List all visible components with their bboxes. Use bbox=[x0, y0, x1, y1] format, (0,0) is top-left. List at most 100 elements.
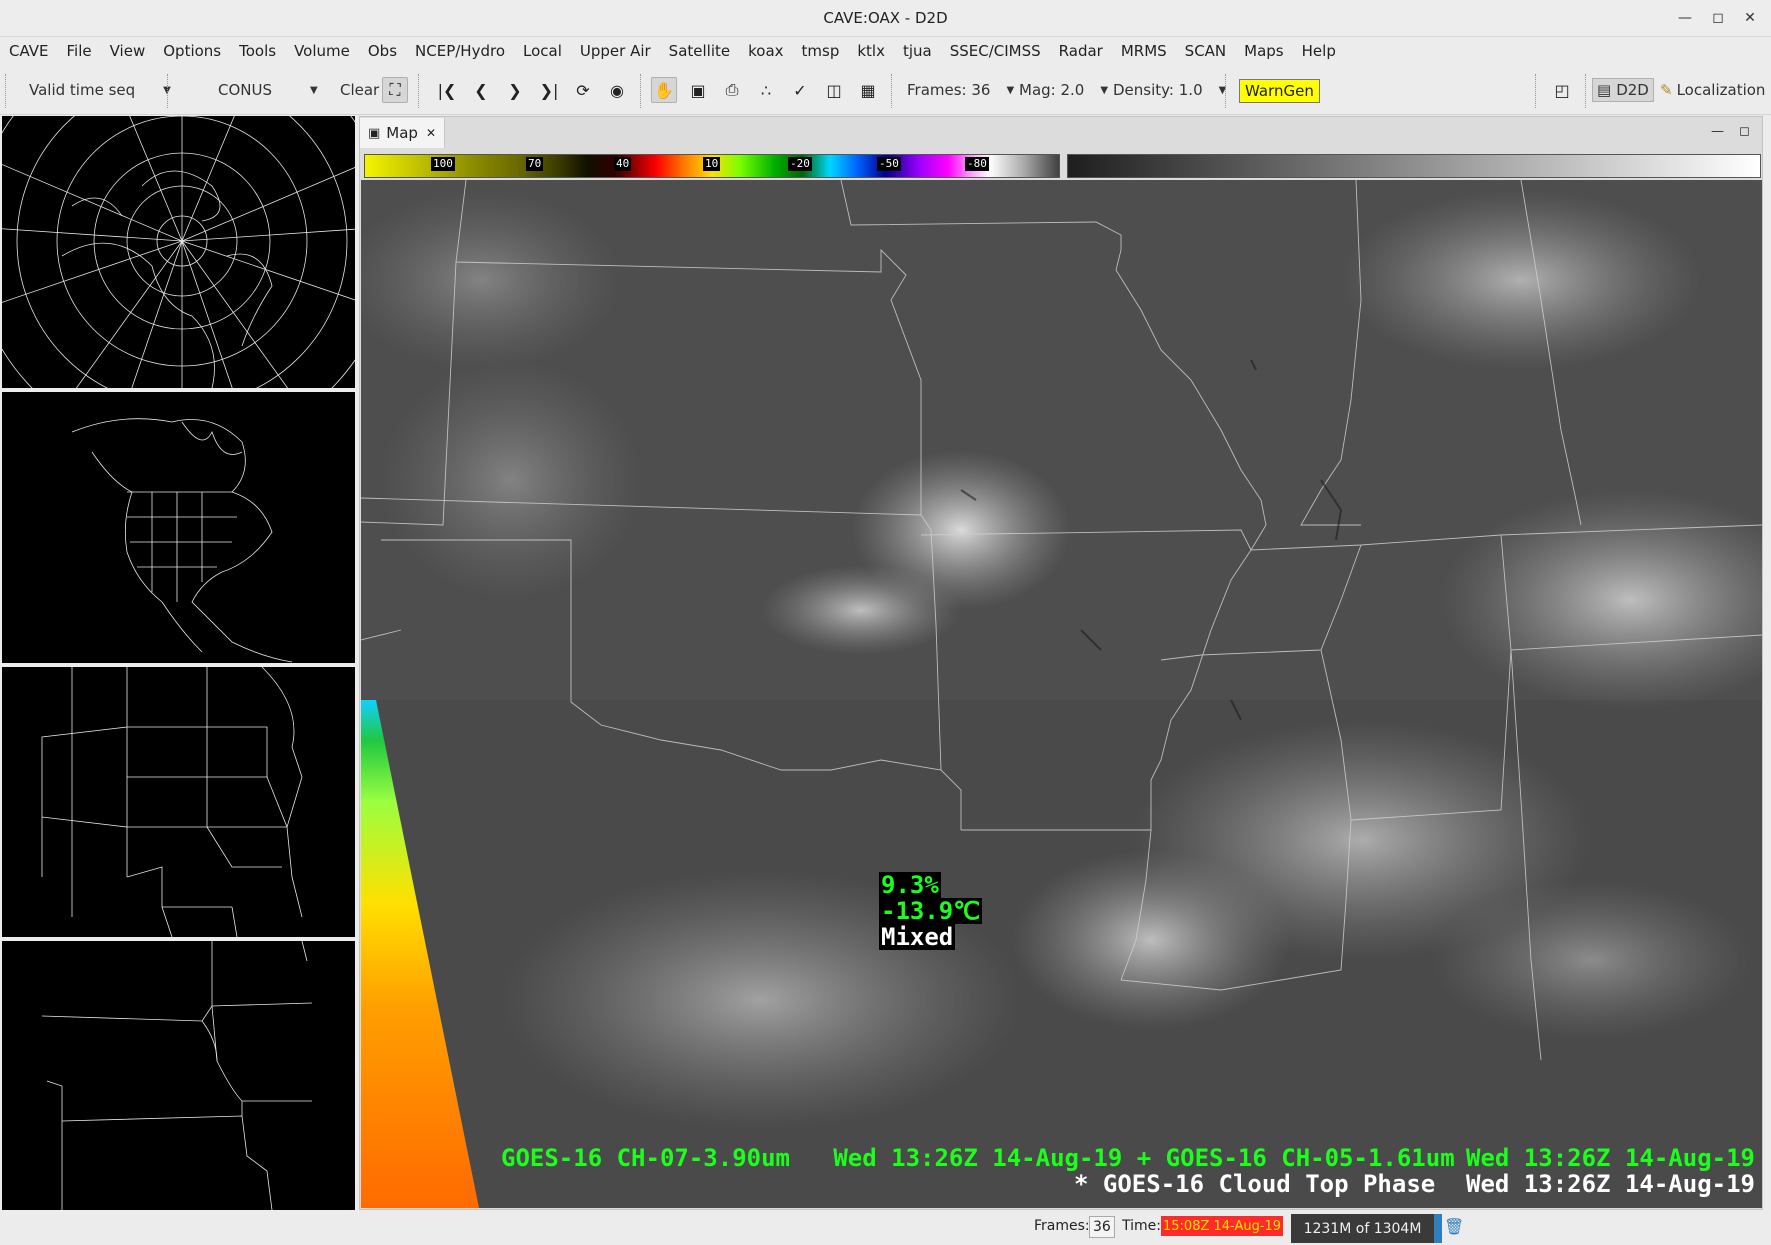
points-icon[interactable]: ∴ bbox=[753, 77, 779, 103]
menu-local[interactable]: Local bbox=[514, 42, 571, 60]
menu-bar: CAVE File View Options Tools Volume Obs … bbox=[0, 37, 1771, 65]
north-america-map-thumbnail bbox=[71, 418, 293, 663]
legend-ir-visible-time: Wed 13:26Z 14-Aug-19 bbox=[1466, 1144, 1755, 1172]
menu-file[interactable]: File bbox=[58, 42, 101, 60]
density-dropdown[interactable]: Density: 1.0 ▼ bbox=[1113, 66, 1226, 114]
toolbar-separator bbox=[1585, 74, 1587, 108]
menu-ssec-cimss[interactable]: SSEC/CIMSS bbox=[941, 42, 1050, 60]
previous-frame-icon[interactable]: ❮ bbox=[468, 77, 494, 103]
colorbar-label: 40 bbox=[614, 157, 632, 171]
heap-memory-fill bbox=[1434, 1214, 1442, 1243]
minimize-icon[interactable]: — bbox=[1672, 6, 1698, 30]
menu-tjua[interactable]: tjua bbox=[894, 42, 941, 60]
localization-icon: ✎ bbox=[1660, 81, 1673, 99]
panel-northern-hemisphere[interactable] bbox=[2, 116, 355, 388]
sample-value-percent: 9.3% bbox=[879, 871, 941, 899]
title-bar: CAVE:OAX - D2D — ◻ ✕ bbox=[0, 0, 1771, 37]
chevron-down-icon: ▼ bbox=[1100, 84, 1109, 96]
four-panel-icon[interactable]: ▦ bbox=[855, 77, 881, 103]
colorbar-label: 100 bbox=[431, 157, 455, 171]
panel-central-us[interactable] bbox=[2, 667, 355, 937]
ir-colorbar: 100 70 40 10 -20 -50 -80 bbox=[364, 154, 1060, 178]
last-frame-icon[interactable]: ❯| bbox=[536, 77, 562, 103]
image-properties-icon[interactable]: ▣ bbox=[685, 77, 711, 103]
menu-cave[interactable]: CAVE bbox=[0, 42, 58, 60]
legend-ir-visible-product[interactable]: GOES-16 CH-07-3.90um Wed 13:26Z 14-Aug-1… bbox=[501, 1145, 1455, 1171]
toolbar-separator bbox=[418, 74, 420, 108]
toolbar: Valid time seq ▼ CONUS ▼ Clear ⛶ |❮ ❮ ❯ … bbox=[0, 66, 1771, 115]
close-icon[interactable]: ✕ bbox=[1737, 6, 1763, 30]
fit-to-screen-icon[interactable]: ⛶ bbox=[382, 77, 408, 103]
menu-tools[interactable]: Tools bbox=[230, 42, 285, 60]
menu-ncep-hydro[interactable]: NCEP/Hydro bbox=[406, 42, 514, 60]
menu-scan[interactable]: SCAN bbox=[1176, 42, 1235, 60]
toolbar-separator bbox=[167, 74, 169, 108]
clear-button[interactable]: Clear bbox=[340, 66, 379, 114]
panel-north-america[interactable] bbox=[2, 392, 355, 663]
visible-colorbar bbox=[1067, 154, 1761, 178]
tab-map[interactable]: ▣ Map ✕ bbox=[360, 118, 446, 148]
menu-satellite[interactable]: Satellite bbox=[660, 42, 739, 60]
warngen-button[interactable]: WarnGen bbox=[1239, 79, 1320, 103]
menu-koax[interactable]: koax bbox=[739, 42, 792, 60]
loop-properties-icon[interactable]: ◉ bbox=[604, 77, 630, 103]
print-icon[interactable]: ⎙ bbox=[719, 77, 745, 103]
frames-dropdown[interactable]: Frames: 36 ▼ bbox=[907, 66, 1014, 114]
polar-map-thumbnail bbox=[2, 116, 355, 388]
maximize-icon[interactable]: ◻ bbox=[1705, 6, 1731, 30]
status-frames-label: Frames: bbox=[1034, 1218, 1090, 1234]
colorbar-label: -80 bbox=[965, 157, 989, 171]
first-frame-icon[interactable]: |❮ bbox=[434, 77, 460, 103]
menu-help[interactable]: Help bbox=[1293, 42, 1345, 60]
minimize-editor-icon[interactable]: — bbox=[1711, 124, 1724, 139]
menu-upper-air[interactable]: Upper Air bbox=[571, 42, 660, 60]
menu-maps[interactable]: Maps bbox=[1235, 42, 1292, 60]
menu-obs[interactable]: Obs bbox=[359, 42, 406, 60]
menu-ktlx[interactable]: ktlx bbox=[848, 42, 894, 60]
scale-dropdown[interactable]: CONUS ▼ bbox=[218, 66, 318, 114]
colorbar-label: -50 bbox=[877, 157, 901, 171]
perspective-localization-button[interactable]: ✎ Localization bbox=[1660, 66, 1765, 114]
toolbar-separator bbox=[640, 74, 642, 108]
legend-cloud-top-phase-product[interactable]: * GOES-16 Cloud Top Phase bbox=[1074, 1171, 1435, 1197]
status-frames-value: 36 bbox=[1089, 1216, 1115, 1238]
d2d-icon: ▤ bbox=[1597, 81, 1612, 99]
menu-tmsp[interactable]: tmsp bbox=[793, 42, 849, 60]
toolbar-separator bbox=[1535, 74, 1537, 108]
window-title: CAVE:OAX - D2D bbox=[823, 9, 948, 27]
garbage-collect-icon[interactable]: 🗑 bbox=[1444, 1212, 1464, 1240]
sample-value-temperature: -13.9℃ bbox=[879, 897, 983, 925]
chevron-down-icon: ▼ bbox=[1006, 84, 1015, 96]
heap-memory-status: 1231M of 1304M bbox=[1291, 1214, 1434, 1243]
magnification-dropdown[interactable]: Mag: 2.0 ▼ bbox=[1019, 66, 1108, 114]
chevron-down-icon: ▼ bbox=[310, 84, 318, 96]
colorbar-label: 10 bbox=[703, 157, 721, 171]
panel-regional[interactable] bbox=[2, 941, 355, 1210]
menu-view[interactable]: View bbox=[101, 42, 155, 60]
loop-icon[interactable]: ⟳ bbox=[570, 77, 596, 103]
map-tab-icon: ▣ bbox=[368, 125, 381, 141]
single-panel-icon[interactable]: ◫ bbox=[821, 77, 847, 103]
satellite-map-display[interactable]: 9.3% -13.9℃ Mixed GOES-16 CH-07-3.90um W… bbox=[361, 180, 1762, 1208]
close-tab-icon[interactable]: ✕ bbox=[426, 126, 436, 140]
maximize-editor-icon[interactable]: ◻ bbox=[1739, 124, 1750, 139]
menu-mrms[interactable]: MRMS bbox=[1112, 42, 1176, 60]
menu-volume[interactable]: Volume bbox=[285, 42, 359, 60]
toolbar-separator bbox=[1225, 74, 1227, 108]
next-frame-icon[interactable]: ❯ bbox=[502, 77, 528, 103]
central-us-map-thumbnail bbox=[41, 667, 303, 937]
open-perspective-icon[interactable]: ◰ bbox=[1549, 77, 1575, 103]
colorbar-label: -20 bbox=[788, 157, 812, 171]
legend-cloud-top-phase-time: Wed 13:26Z 14-Aug-19 bbox=[1466, 1170, 1755, 1198]
time-mode-dropdown[interactable]: Valid time seq ▼ bbox=[29, 66, 171, 114]
sample-icon[interactable]: ✋ bbox=[651, 77, 677, 103]
status-time-value: 15:08Z 14-Aug-19 bbox=[1161, 1216, 1284, 1236]
menu-radar[interactable]: Radar bbox=[1050, 42, 1112, 60]
menu-options[interactable]: Options bbox=[154, 42, 230, 60]
baseline-icon[interactable]: ✓ bbox=[787, 77, 813, 103]
status-time-label: Time: bbox=[1122, 1218, 1161, 1234]
toolbar-separator bbox=[5, 74, 7, 108]
regional-map-thumbnail bbox=[41, 941, 313, 1210]
sample-value-phase: Mixed bbox=[879, 923, 956, 951]
perspective-d2d-button[interactable]: ▤ D2D bbox=[1592, 78, 1654, 102]
